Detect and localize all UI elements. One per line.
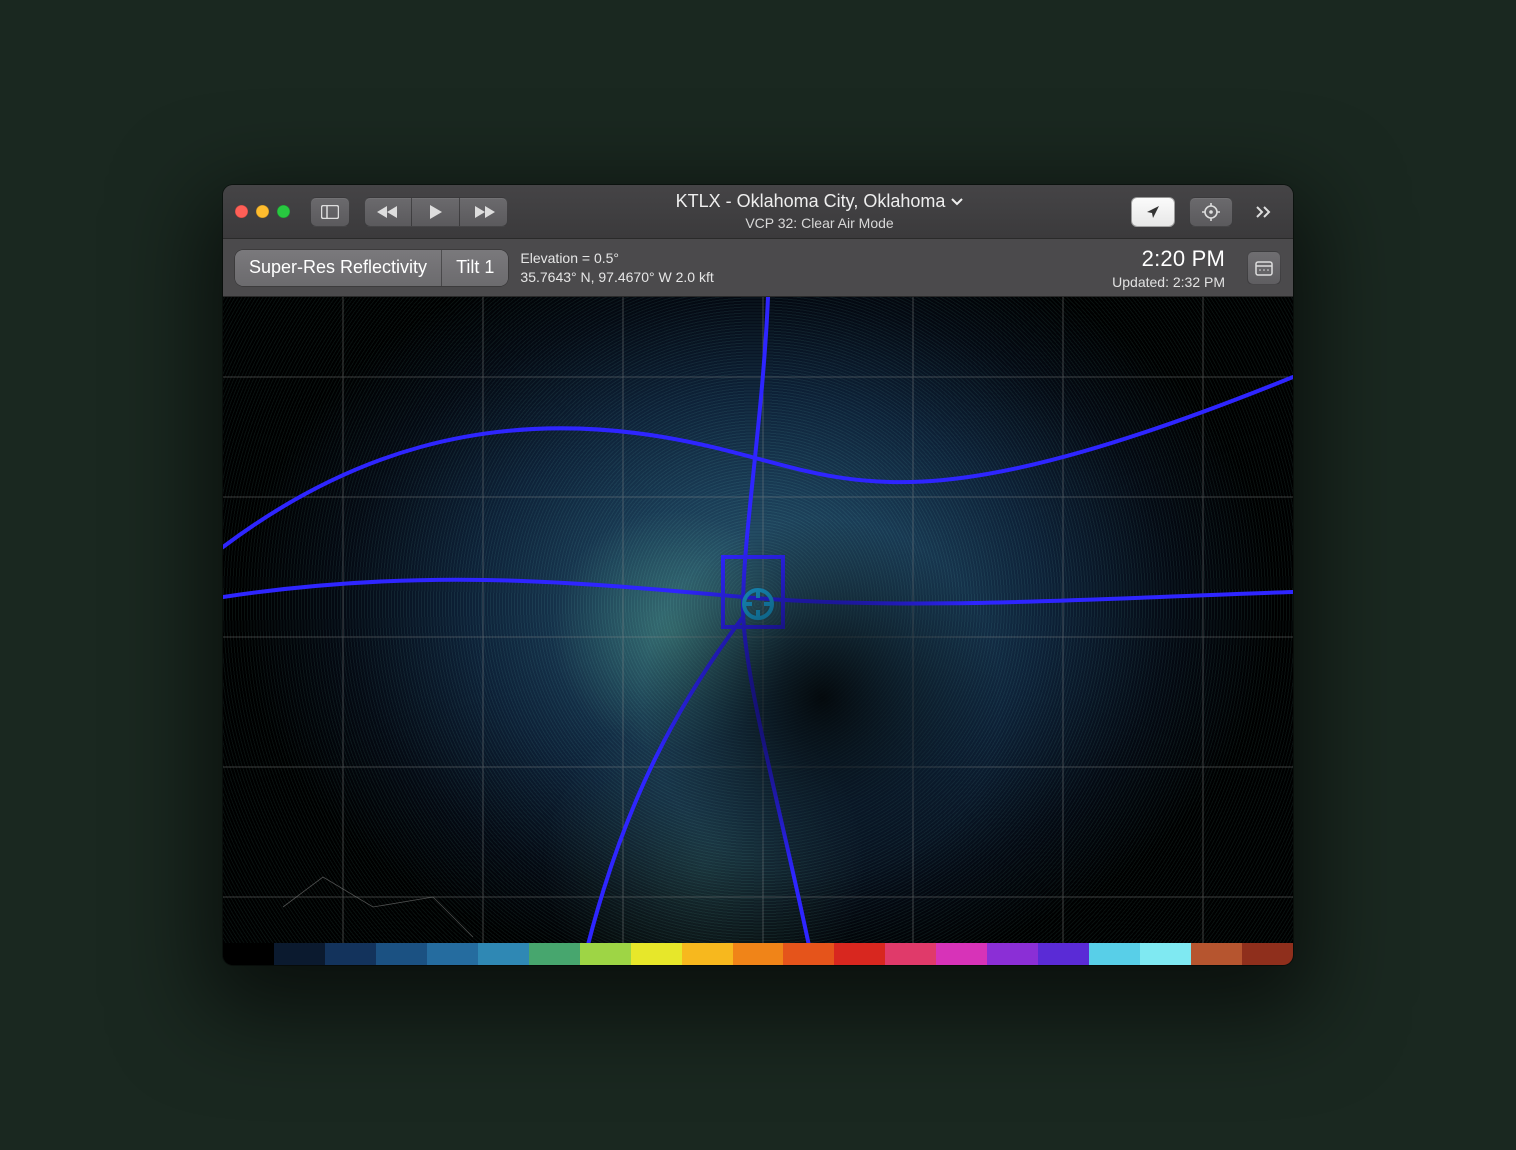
chevron-down-icon [951,198,963,206]
infobar: Super-Res Reflectivity Tilt 1 Elevation … [223,239,1293,297]
colorscale-swatch [783,943,834,965]
rewind-icon [377,205,399,219]
product-selector[interactable]: Super-Res Reflectivity [235,250,441,286]
site-label: KTLX - Oklahoma City, Oklahoma [676,191,946,213]
colorscale-swatch [631,943,682,965]
colorscale-swatch [376,943,427,965]
colorscale-swatch [1038,943,1089,965]
colorscale-swatch [682,943,733,965]
calendar-icon [1255,260,1273,276]
updated-time: Updated: 2:32 PM [1112,274,1225,290]
site-selector[interactable]: KTLX - Oklahoma City, Oklahoma VCP 32: C… [676,191,964,231]
colorscale-swatch [987,943,1038,965]
cursor-readout: Elevation = 0.5° 35.7643° N, 97.4670° W … [520,249,713,287]
county-lines [223,297,1293,965]
colorscale-swatch [1140,943,1191,965]
traffic-lights [235,205,290,218]
time-readout: 2:20 PM Updated: 2:32 PM [1112,246,1225,290]
play-button[interactable] [412,197,460,227]
radar-map[interactable] [223,297,1293,965]
elevation-readout: Elevation = 0.5° [520,249,713,268]
playback-controls [364,197,508,227]
chevron-double-right-icon [1255,205,1273,219]
colorscale-swatch [885,943,936,965]
colorscale-swatch [478,943,529,965]
minimize-window-button[interactable] [256,205,269,218]
locate-button[interactable] [1131,197,1175,227]
product-tilt-selector: Super-Res Reflectivity Tilt 1 [235,250,508,286]
fast-forward-icon [473,205,495,219]
vcp-mode-label: VCP 32: Clear Air Mode [676,215,964,232]
target-button[interactable] [1189,197,1233,227]
colorscale-swatch [834,943,885,965]
highways [223,297,1293,965]
coordinates-readout: 35.7643° N, 97.4670° W 2.0 kft [520,268,713,287]
reflectivity-colorscale [223,943,1293,965]
colorscale-swatch [1191,943,1242,965]
play-icon [429,204,443,220]
colorscale-swatch [274,943,325,965]
tilt-selector[interactable]: Tilt 1 [441,250,508,286]
fast-forward-button[interactable] [460,197,508,227]
sidebar-icon [321,205,339,219]
location-arrow-icon [1145,204,1161,220]
colorscale-swatch [223,943,274,965]
colorscale-swatch [1242,943,1293,965]
colorscale-swatch [733,943,784,965]
app-window: KTLX - Oklahoma City, Oklahoma VCP 32: C… [223,185,1293,965]
colorscale-swatch [427,943,478,965]
colorscale-swatch [580,943,631,965]
colorscale-swatch [1089,943,1140,965]
tilt-label: Tilt 1 [456,257,494,278]
colorscale-swatch [936,943,987,965]
colorscale-swatch [529,943,580,965]
close-window-button[interactable] [235,205,248,218]
radar-site-marker [740,586,776,622]
product-label: Super-Res Reflectivity [249,257,427,278]
calendar-button[interactable] [1247,251,1281,285]
titlebar: KTLX - Oklahoma City, Oklahoma VCP 32: C… [223,185,1293,239]
rewind-button[interactable] [364,197,412,227]
sidebar-toggle-button[interactable] [310,197,350,227]
zoom-window-button[interactable] [277,205,290,218]
target-icon [1202,203,1220,221]
toolbar-overflow-button[interactable] [1247,197,1281,227]
scan-time: 2:20 PM [1112,246,1225,272]
colorscale-swatch [325,943,376,965]
